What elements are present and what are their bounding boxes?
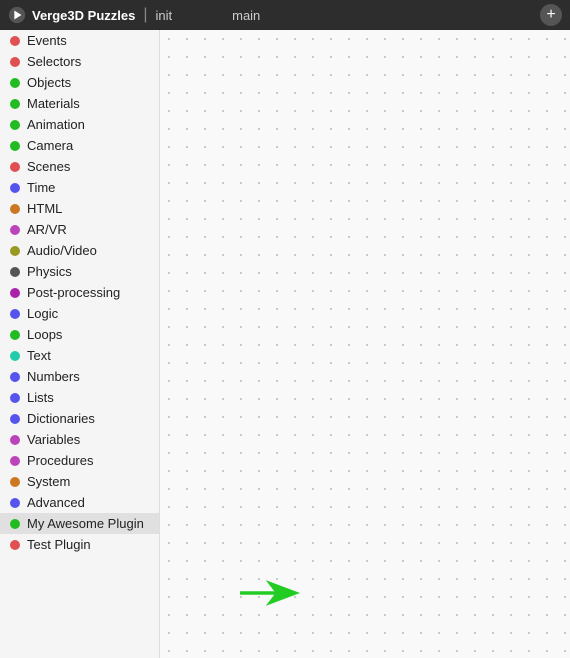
add-tab-button[interactable]: + xyxy=(540,4,562,26)
sidebar-item-label: Time xyxy=(27,180,55,195)
sidebar-dot xyxy=(10,435,20,445)
sidebar-dot xyxy=(10,162,20,172)
sidebar-item-system[interactable]: System xyxy=(0,471,159,492)
sidebar-item-time[interactable]: Time xyxy=(0,177,159,198)
sidebar-dot xyxy=(10,288,20,298)
sidebar-item-my-awesome-plugin[interactable]: My Awesome Plugin xyxy=(0,513,159,534)
sidebar-dot xyxy=(10,99,20,109)
sidebar-item-label: HTML xyxy=(27,201,62,216)
sidebar-item-ar/vr[interactable]: AR/VR xyxy=(0,219,159,240)
tab-init[interactable]: init xyxy=(155,8,172,23)
sidebar-item-label: Scenes xyxy=(27,159,70,174)
sidebar-item-dictionaries[interactable]: Dictionaries xyxy=(0,408,159,429)
sidebar-item-label: Animation xyxy=(27,117,85,132)
sidebar-item-label: My Awesome Plugin xyxy=(27,516,144,531)
app-title: Verge3D Puzzles xyxy=(32,8,135,23)
sidebar-item-animation[interactable]: Animation xyxy=(0,114,159,135)
sidebar-dot xyxy=(10,456,20,466)
sidebar-item-events[interactable]: Events xyxy=(0,30,159,51)
sidebar-item-label: Materials xyxy=(27,96,80,111)
sidebar-dot xyxy=(10,393,20,403)
sidebar-item-variables[interactable]: Variables xyxy=(0,429,159,450)
header: Verge3D Puzzles | init main + xyxy=(0,0,570,30)
sidebar-item-materials[interactable]: Materials xyxy=(0,93,159,114)
sidebar-item-label: Events xyxy=(27,33,67,48)
sidebar-dot xyxy=(10,141,20,151)
sidebar-item-label: Advanced xyxy=(27,495,85,510)
sidebar-item-numbers[interactable]: Numbers xyxy=(0,366,159,387)
sidebar-dot xyxy=(10,477,20,487)
sidebar-dot xyxy=(10,540,20,550)
arrow-icon xyxy=(240,578,300,608)
sidebar-item-text[interactable]: Text xyxy=(0,345,159,366)
sidebar-dot xyxy=(10,57,20,67)
sidebar-dot xyxy=(10,267,20,277)
main-container: Events Selectors Objects Materials Animation… xyxy=(0,30,570,658)
sidebar-item-html[interactable]: HTML xyxy=(0,198,159,219)
sidebar-item-scenes[interactable]: Scenes xyxy=(0,156,159,177)
arrow-indicator xyxy=(240,578,300,608)
sidebar-dot xyxy=(10,204,20,214)
sidebar-dot xyxy=(10,372,20,382)
sidebar-item-label: Variables xyxy=(27,432,80,447)
sidebar-item-label: Loops xyxy=(27,327,62,342)
sidebar-dot xyxy=(10,414,20,424)
sidebar-item-label: Dictionaries xyxy=(27,411,95,426)
sidebar-item-label: Post-processing xyxy=(27,285,120,300)
header-divider: | xyxy=(143,6,147,24)
sidebar-item-label: System xyxy=(27,474,70,489)
sidebar-item-label: Text xyxy=(27,348,51,363)
sidebar-dot xyxy=(10,519,20,529)
sidebar-dot xyxy=(10,351,20,361)
sidebar-dot xyxy=(10,36,20,46)
sidebar-item-lists[interactable]: Lists xyxy=(0,387,159,408)
sidebar-dot xyxy=(10,78,20,88)
sidebar-item-label: Objects xyxy=(27,75,71,90)
sidebar-dot xyxy=(10,120,20,130)
sidebar-item-label: Numbers xyxy=(27,369,80,384)
sidebar-item-audio/video[interactable]: Audio/Video xyxy=(0,240,159,261)
sidebar-dot xyxy=(10,330,20,340)
sidebar-item-camera[interactable]: Camera xyxy=(0,135,159,156)
sidebar-item-objects[interactable]: Objects xyxy=(0,72,159,93)
sidebar-item-label: Audio/Video xyxy=(27,243,97,258)
sidebar-item-label: AR/VR xyxy=(27,222,67,237)
sidebar-item-label: Procedures xyxy=(27,453,93,468)
sidebar-item-logic[interactable]: Logic xyxy=(0,303,159,324)
sidebar-dot xyxy=(10,225,20,235)
sidebar-item-selectors[interactable]: Selectors xyxy=(0,51,159,72)
sidebar-dot xyxy=(10,246,20,256)
sidebar-item-label: Camera xyxy=(27,138,73,153)
sidebar-item-label: Selectors xyxy=(27,54,81,69)
sidebar-item-loops[interactable]: Loops xyxy=(0,324,159,345)
logo-icon xyxy=(8,6,26,24)
tab-main[interactable]: main xyxy=(232,8,260,23)
sidebar-item-test-plugin[interactable]: Test Plugin xyxy=(0,534,159,555)
sidebar-item-post-processing[interactable]: Post-processing xyxy=(0,282,159,303)
sidebar-item-advanced[interactable]: Advanced xyxy=(0,492,159,513)
sidebar-dot xyxy=(10,309,20,319)
sidebar-item-label: Logic xyxy=(27,306,58,321)
sidebar-dot xyxy=(10,183,20,193)
sidebar-item-physics[interactable]: Physics xyxy=(0,261,159,282)
sidebar-item-label: Physics xyxy=(27,264,72,279)
sidebar-dot xyxy=(10,498,20,508)
sidebar-item-procedures[interactable]: Procedures xyxy=(0,450,159,471)
sidebar-item-label: Lists xyxy=(27,390,54,405)
sidebar-item-label: Test Plugin xyxy=(27,537,91,552)
sidebar: Events Selectors Objects Materials Animation… xyxy=(0,30,160,658)
canvas-area xyxy=(160,30,570,658)
